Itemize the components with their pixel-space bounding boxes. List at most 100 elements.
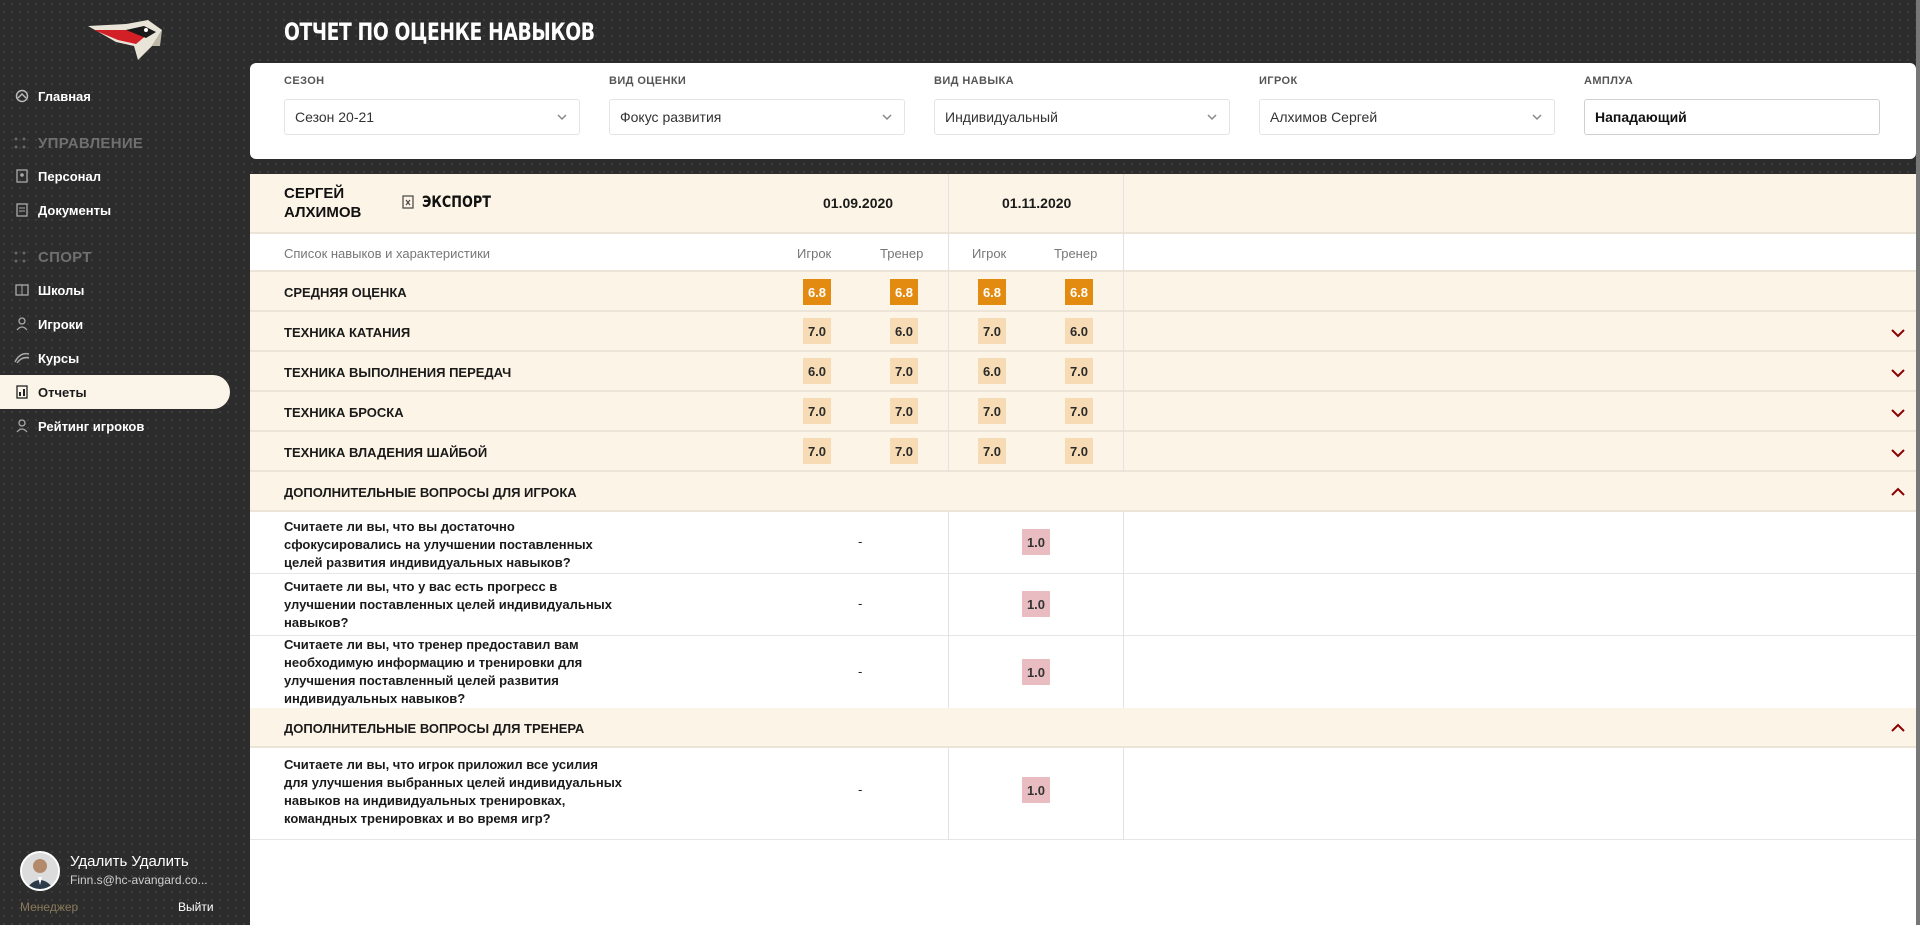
school-icon (14, 282, 30, 298)
avatar (20, 851, 60, 891)
col-player-1: Игрок (797, 246, 832, 261)
score-badge: 6.8 (978, 279, 1006, 305)
dots-icon (14, 251, 30, 263)
select-value: Фокус развития (620, 109, 722, 125)
score-badge: 6.0 (890, 318, 918, 344)
skill-type-select[interactable]: Индивидуальный (934, 99, 1230, 135)
skill-row[interactable]: ТЕХНИКА БРОСКА 7.0 7.0 7.0 7.0 (250, 392, 1916, 432)
sidebar-item-reports[interactable]: Отчеты (0, 375, 230, 409)
skill-row[interactable]: ТЕХНИКА ВЫПОЛНЕНИЯ ПЕРЕДАЧ 6.0 7.0 6.0 7… (250, 352, 1916, 392)
date-1: 01.09.2020 (823, 195, 894, 211)
select-value: Сезон 20-21 (295, 109, 375, 125)
filters-panel: СЕЗОН Сезон 20-21 ВИД ОЦЕНКИ Фокус разви… (250, 63, 1916, 159)
sidebar-item-staff[interactable]: Персонал (0, 159, 230, 193)
section-label: СПОРТ (38, 248, 92, 266)
user-name: Удалить Удалить (70, 853, 189, 870)
user-role: Менеджер (20, 900, 79, 914)
scrollbar[interactable] (1916, 0, 1920, 925)
filter-player: ИГРОК Алхимов Сергей (1259, 75, 1555, 135)
chevron-down-icon[interactable] (1890, 408, 1906, 418)
sidebar-item-rating[interactable]: Рейтинг игроков (0, 409, 230, 443)
player-questions-header[interactable]: ДОПОЛНИТЕЛЬНЫЕ ВОПРОСЫ ДЛЯ ИГРОКА (250, 472, 1916, 512)
filter-label: ВИД НАВЫКА (934, 75, 1015, 87)
logout-button[interactable]: Выйти (178, 900, 214, 914)
reports-icon (14, 384, 30, 400)
question-row: Считаете ли вы, что игрок приложил все у… (250, 748, 1916, 840)
chevron-down-icon[interactable] (1890, 448, 1906, 458)
season-select[interactable]: Сезон 20-21 (284, 99, 580, 135)
score-badge: 7.0 (1065, 358, 1093, 384)
sidebar-item-schools[interactable]: Школы (0, 273, 230, 307)
logo[interactable] (86, 16, 164, 64)
sidebar-item-players[interactable]: Игроки (0, 307, 230, 341)
export-label: ЭКСПОРТ (422, 192, 491, 211)
position-field[interactable]: Нападающий (1584, 99, 1880, 135)
player-select[interactable]: Алхимов Сергей (1259, 99, 1555, 135)
filter-evaluation-type: ВИД ОЦЕНКИ Фокус развития (609, 75, 905, 135)
list-header: Список навыков и характеристики (284, 246, 491, 261)
player-last-name: АЛХИМОВ (284, 204, 362, 221)
score-badge: 7.0 (803, 318, 831, 344)
sidebar-item-label: Игроки (38, 316, 84, 332)
report-header-row: СЕРГЕЙ АЛХИМОВ ЭКСПОРТ 01.09.2020 01.11.… (250, 174, 1916, 234)
answer-empty: - (858, 596, 863, 611)
coach-questions-header[interactable]: ДОПОЛНИТЕЛЬНЫЕ ВОПРОСЫ ДЛЯ ТРЕНЕРА (250, 708, 1916, 748)
answer-empty: - (858, 664, 863, 679)
evaluation-type-select[interactable]: Фокус развития (609, 99, 905, 135)
filter-skill-type: ВИД НАВЫКА Индивидуальный (934, 75, 1230, 135)
score-badge: 7.0 (890, 358, 918, 384)
chevron-up-icon[interactable] (1890, 487, 1906, 497)
dots-icon (14, 137, 30, 149)
excel-icon (402, 194, 414, 209)
page-title: ОТЧЕТ ПО ОЦЕНКЕ НАВЫКОВ (284, 18, 595, 46)
sidebar-item-label: Школы (38, 282, 85, 298)
answer-empty: - (858, 782, 863, 797)
skill-row[interactable]: ТЕХНИКА ВЛАДЕНИЯ ШАЙБОЙ 7.0 7.0 7.0 7.0 (250, 432, 1916, 472)
score-badge: 7.0 (803, 438, 831, 464)
score-badge: 7.0 (978, 398, 1006, 424)
score-badge: 7.0 (803, 398, 831, 424)
score-badge: 7.0 (978, 438, 1006, 464)
score-badge: 7.0 (890, 438, 918, 464)
average-label: СРЕДНЯЯ ОЦЕНКА (284, 285, 407, 300)
col-coach-2: Тренер (1054, 246, 1098, 261)
chevron-down-icon[interactable] (1890, 368, 1906, 378)
filter-position: АМПЛУА Нападающий (1584, 75, 1880, 135)
date-2: 01.11.2020 (1002, 195, 1072, 211)
chevron-down-icon (1532, 114, 1542, 121)
column-divider (1123, 512, 1124, 708)
hawk-logo-icon (88, 20, 162, 60)
chevron-up-icon[interactable] (1890, 723, 1906, 733)
section-sport: СПОРТ (14, 247, 92, 267)
filter-season: СЕЗОН Сезон 20-21 (284, 75, 580, 135)
section-label: УПРАВЛЕНИЕ (38, 134, 144, 152)
column-headers-row: Список навыков и характеристики Игрок Тр… (250, 234, 1916, 272)
score-badge: 7.0 (978, 318, 1006, 344)
chevron-down-icon[interactable] (1890, 328, 1906, 338)
sidebar-item-home[interactable]: Главная (0, 79, 230, 113)
home-icon (14, 88, 30, 104)
user-email: Finn.s@hc-avangard.co... (70, 873, 208, 887)
score-badge: 6.8 (890, 279, 918, 305)
user-profile[interactable]: Удалить Удалить Finn.s@hc-avangard.co... (20, 851, 230, 891)
skill-row[interactable]: ТЕХНИКА КАТАНИЯ 7.0 6.0 7.0 6.0 (250, 312, 1916, 352)
export-button[interactable]: ЭКСПОРТ (402, 192, 508, 211)
section-title: ДОПОЛНИТЕЛЬНЫЕ ВОПРОСЫ ДЛЯ ИГРОКА (284, 485, 577, 500)
column-divider (948, 174, 949, 472)
sidebar-item-label: Рейтинг игроков (38, 418, 145, 434)
score-badge: 6.0 (803, 358, 831, 384)
field-value: Нападающий (1595, 109, 1687, 125)
average-row: СРЕДНЯЯ ОЦЕНКА 6.8 6.8 6.8 6.8 (250, 272, 1916, 312)
score-badge: 7.0 (1065, 398, 1093, 424)
staff-icon (14, 168, 30, 184)
player-name: СЕРГЕЙ АЛХИМОВ (284, 184, 361, 222)
question-text: Считаете ли вы, что вы достаточно сфокус… (284, 519, 593, 570)
section-title: ДОПОЛНИТЕЛЬНЫЕ ВОПРОСЫ ДЛЯ ТРЕНЕРА (284, 721, 585, 736)
score-badge: 6.0 (1065, 318, 1093, 344)
chevron-down-icon (1207, 114, 1217, 121)
sidebar-item-documents[interactable]: Документы (0, 193, 230, 227)
sidebar-item-label: Персонал (38, 168, 102, 184)
sidebar-item-courses[interactable]: Курсы (0, 341, 230, 375)
player-first-name: СЕРГЕЙ (284, 185, 345, 202)
skill-label: ТЕХНИКА БРОСКА (284, 405, 404, 420)
